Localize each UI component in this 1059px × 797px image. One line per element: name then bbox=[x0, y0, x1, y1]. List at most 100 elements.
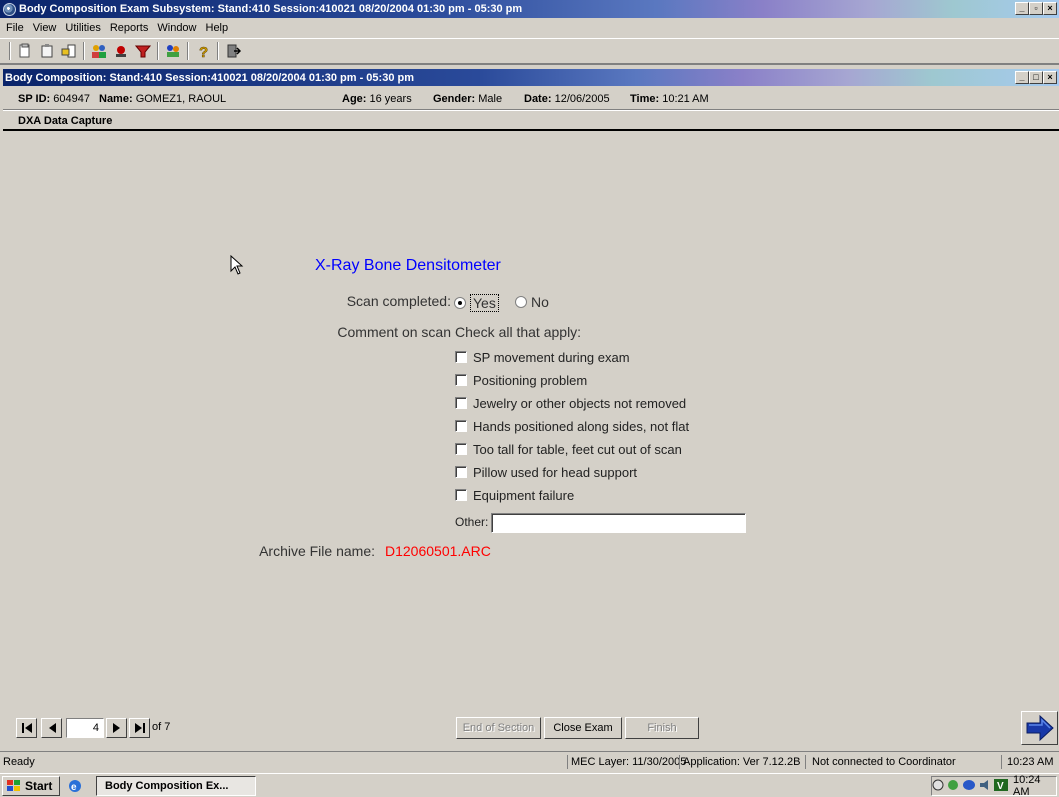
radio-no-label: No bbox=[531, 294, 549, 310]
check-instruction: Check all that apply: bbox=[455, 324, 582, 340]
exam-window-title-bar[interactable]: Body Composition: Stand:410 Session:4100… bbox=[3, 69, 1059, 86]
status-bar: Ready MEC Layer: 11/30/2005 Application:… bbox=[0, 751, 1059, 772]
checkbox-label: Pillow used for head support bbox=[473, 464, 638, 480]
checkbox-box[interactable] bbox=[455, 374, 467, 386]
checkbox-pillow[interactable]: Pillow used for head support bbox=[455, 464, 637, 480]
ie-quicklaunch-icon[interactable]: e bbox=[66, 778, 84, 797]
checkbox-box[interactable] bbox=[455, 420, 467, 432]
exam-minimize-button[interactable]: _ bbox=[1015, 71, 1029, 84]
tray-volume-icon[interactable] bbox=[979, 779, 991, 794]
prev-page-button[interactable] bbox=[41, 718, 62, 738]
status-time: 10:23 AM bbox=[1007, 756, 1054, 768]
status-divider bbox=[567, 755, 568, 769]
checkbox-label: Equipment failure bbox=[473, 487, 575, 503]
checkbox-jewelry[interactable]: Jewelry or other objects not removed bbox=[455, 395, 686, 411]
sp-id-info: SP ID: 604947 bbox=[18, 93, 90, 105]
svg-text:?: ? bbox=[199, 44, 208, 59]
gender-info: Gender: Male bbox=[433, 93, 503, 105]
app-title-bar[interactable]: Body Composition Exam Subsystem: Stand:4… bbox=[0, 0, 1059, 18]
checkbox-box[interactable] bbox=[455, 397, 467, 409]
menu-window[interactable]: Window bbox=[154, 22, 202, 34]
name-info: Name: GOMEZ1, RAOUL bbox=[99, 93, 227, 105]
exit-icon[interactable] bbox=[222, 41, 244, 61]
exam-window-controls: _ □ × bbox=[1015, 71, 1057, 84]
checkbox-box[interactable] bbox=[455, 351, 467, 363]
end-of-section-button[interactable]: End of Section bbox=[456, 717, 541, 739]
next-page-button[interactable] bbox=[106, 718, 127, 738]
tray-network-icon[interactable] bbox=[947, 779, 959, 794]
page-navigation: 4 of 7 End of Section Close Exam Finish bbox=[3, 708, 1059, 748]
checkbox-sp-movement[interactable]: SP movement during exam bbox=[455, 349, 630, 365]
new-icon[interactable] bbox=[14, 41, 36, 61]
people-icon[interactable] bbox=[162, 41, 184, 61]
checkbox-box[interactable] bbox=[455, 466, 467, 478]
minimize-button[interactable]: _ bbox=[1015, 2, 1029, 15]
participant-info-bar: SP ID: 604947 Name: GOMEZ1, RAOUL Age: 1… bbox=[3, 90, 1059, 110]
tray-globe-icon[interactable] bbox=[962, 779, 976, 794]
radio-no[interactable]: No bbox=[515, 294, 549, 310]
checkbox-too-tall[interactable]: Too tall for table, feet cut out of scan bbox=[455, 441, 682, 457]
radio-yes[interactable]: Yes bbox=[454, 294, 499, 312]
other-input[interactable] bbox=[491, 513, 746, 533]
checkbox-label: SP movement during exam bbox=[473, 349, 630, 365]
close-button[interactable]: × bbox=[1043, 2, 1057, 15]
taskbar: Start e Body Composition Ex... V 10:24 A… bbox=[0, 773, 1059, 797]
transfer-icon[interactable] bbox=[58, 41, 80, 61]
last-page-button[interactable] bbox=[129, 718, 150, 738]
exam-maximize-button[interactable]: □ bbox=[1029, 71, 1043, 84]
checkbox-box[interactable] bbox=[455, 443, 467, 455]
checkbox-label: Positioning problem bbox=[473, 372, 588, 388]
help-icon[interactable]: ? bbox=[192, 41, 214, 61]
maximize-button[interactable]: ▫ bbox=[1029, 2, 1043, 15]
tray-clock-app-icon[interactable] bbox=[932, 779, 944, 794]
other-label: Other: bbox=[455, 515, 489, 529]
menu-file[interactable]: File bbox=[3, 22, 30, 34]
record-icon[interactable] bbox=[110, 41, 132, 61]
status-mec-layer: MEC Layer: 11/30/2005 bbox=[571, 756, 687, 768]
app-window-controls: _ ▫ × bbox=[1015, 2, 1057, 15]
close-exam-button[interactable]: Close Exam bbox=[544, 717, 622, 739]
checkbox-label: Jewelry or other objects not removed bbox=[473, 395, 687, 411]
time-info: Time: 10:21 AM bbox=[630, 93, 709, 105]
taskbar-item-body-composition[interactable]: Body Composition Ex... bbox=[96, 776, 256, 796]
start-button[interactable]: Start bbox=[2, 776, 60, 796]
tray-v-icon[interactable]: V bbox=[994, 778, 1008, 794]
toolbar-separator bbox=[157, 42, 159, 60]
menu-help[interactable]: Help bbox=[203, 22, 235, 34]
finish-button[interactable]: Finish bbox=[625, 717, 699, 739]
svg-text:e: e bbox=[71, 782, 77, 793]
users-icon[interactable] bbox=[88, 41, 110, 61]
checkbox-box[interactable] bbox=[455, 489, 467, 501]
status-divider bbox=[805, 755, 806, 769]
checkbox-equipment-failure[interactable]: Equipment failure bbox=[455, 487, 574, 503]
svg-text:V: V bbox=[997, 781, 1004, 791]
page-count: of 7 bbox=[152, 721, 171, 733]
first-page-button[interactable] bbox=[16, 718, 37, 738]
toolbar-separator bbox=[217, 42, 219, 60]
status-divider bbox=[1001, 755, 1002, 769]
status-text: Ready bbox=[3, 756, 35, 768]
windows-logo-icon bbox=[7, 780, 20, 791]
exam-close-button[interactable]: × bbox=[1043, 71, 1057, 84]
clipboard-icon[interactable] bbox=[36, 41, 58, 61]
radio-no-circle[interactable] bbox=[515, 296, 527, 308]
menu-reports[interactable]: Reports bbox=[107, 22, 155, 34]
comment-label: Comment on scan bbox=[337, 324, 451, 340]
radio-yes-label: Yes bbox=[470, 294, 499, 312]
age-info: Age: 16 years bbox=[342, 93, 412, 105]
system-tray: V 10:24 AM bbox=[931, 774, 1057, 797]
next-arrow-button[interactable] bbox=[1021, 711, 1058, 745]
app-title: Body Composition Exam Subsystem: Stand:4… bbox=[19, 3, 523, 15]
form-title: X-Ray Bone Densitometer bbox=[315, 257, 501, 274]
checkbox-label: Too tall for table, feet cut out of scan bbox=[473, 441, 682, 457]
mouse-cursor-icon bbox=[230, 254, 244, 280]
filter-icon[interactable] bbox=[132, 41, 154, 61]
checkbox-hands[interactable]: Hands positioned along sides, not flat bbox=[455, 418, 689, 434]
menu-view[interactable]: View bbox=[30, 22, 63, 34]
checkbox-label: Hands positioned along sides, not flat bbox=[473, 418, 690, 434]
checkbox-positioning[interactable]: Positioning problem bbox=[455, 372, 587, 388]
radio-yes-circle[interactable] bbox=[454, 297, 466, 309]
tray-clock: 10:24 AM bbox=[1013, 774, 1041, 797]
menu-utilities[interactable]: Utilities bbox=[62, 22, 106, 34]
page-number-field[interactable]: 4 bbox=[66, 718, 104, 738]
